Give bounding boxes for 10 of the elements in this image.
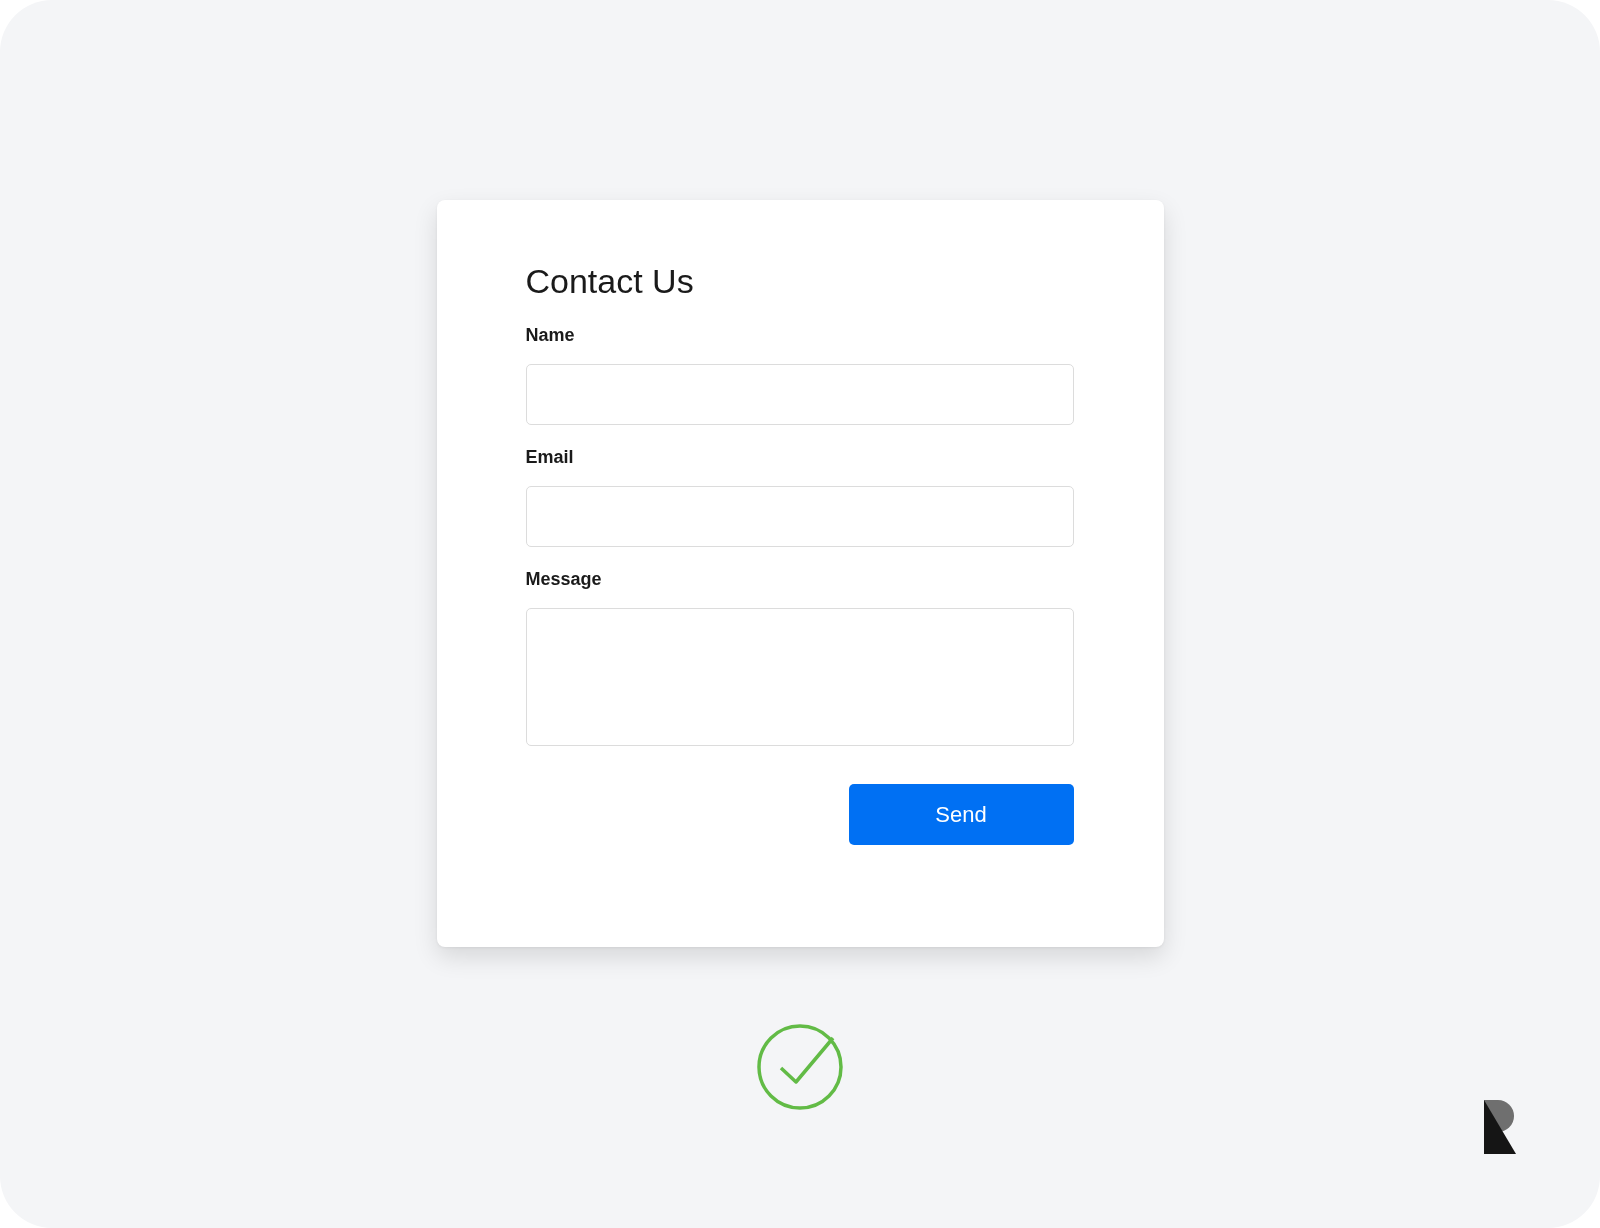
input-field[interactable] xyxy=(525,486,1074,547)
field-label: Message xyxy=(525,568,602,590)
logo-icon xyxy=(1484,1100,1516,1154)
form-title: Contact Us xyxy=(525,261,695,302)
field-label: Email xyxy=(525,446,574,468)
input-field[interactable] xyxy=(525,364,1074,425)
field-label: Name xyxy=(525,324,575,346)
check-circle-icon xyxy=(757,1024,843,1110)
message-field[interactable] xyxy=(525,608,1074,746)
send-button[interactable]: Send xyxy=(848,784,1074,845)
